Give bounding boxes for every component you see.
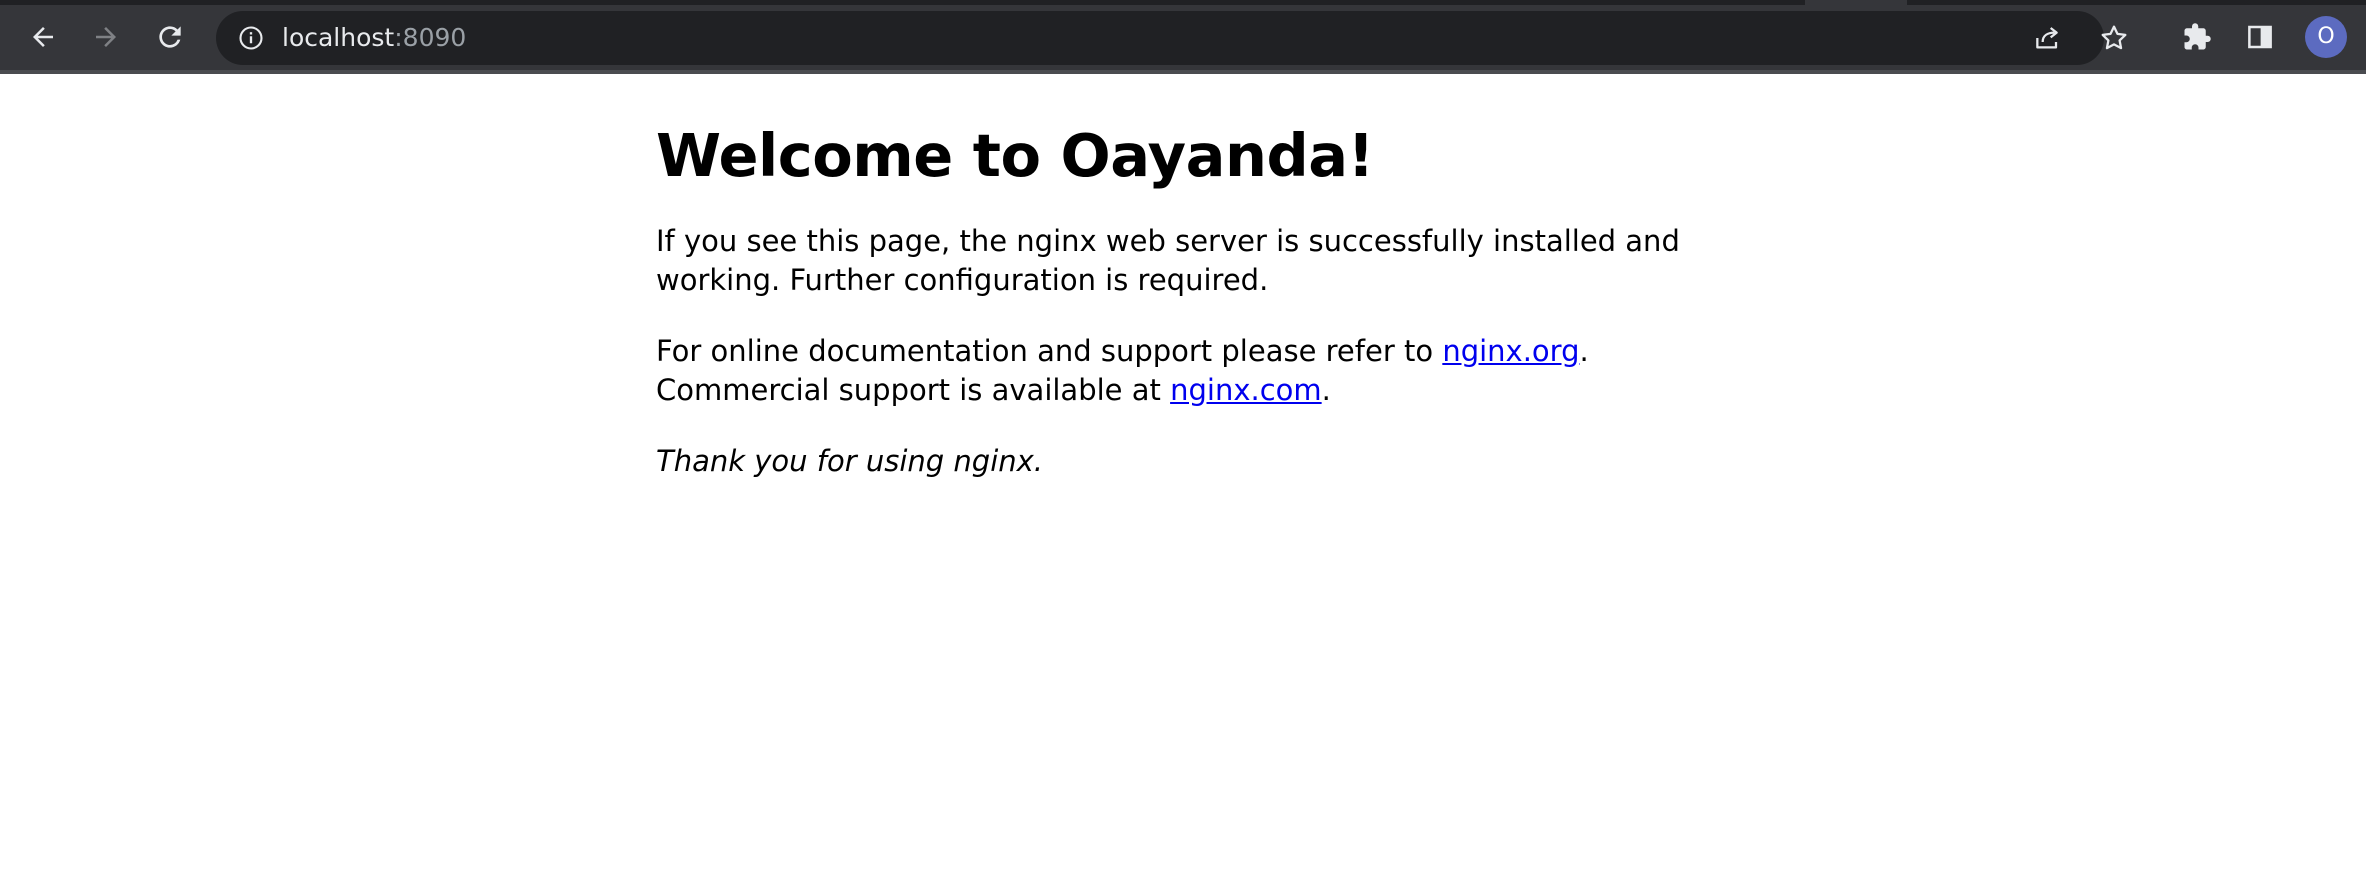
page-content: Welcome to Oayanda! If you see this page… (656, 74, 1710, 481)
star-icon[interactable] (2096, 20, 2132, 56)
tab-strip-edge (0, 0, 2366, 5)
reload-button[interactable] (150, 17, 190, 57)
profile-avatar[interactable]: O (2305, 16, 2347, 58)
nginx-org-link[interactable]: nginx.org (1442, 334, 1579, 368)
tab-edge-highlight (1805, 0, 1907, 5)
page-title: Welcome to Oayanda! (656, 121, 1374, 190)
support-text: For online documentation and support ple… (656, 334, 1443, 368)
support-paragraph: For online documentation and support ple… (656, 332, 1710, 410)
commercial-text: Commercial support is available at (656, 373, 1171, 407)
support-period: . (1579, 334, 1589, 368)
reload-icon (154, 21, 186, 53)
side-panel-icon (2245, 22, 2275, 52)
install-message: If you see this page, the nginx web serv… (656, 224, 1680, 297)
browser-toolbar: localhost:8090 O (0, 0, 2366, 74)
address-bar[interactable]: localhost:8090 (216, 11, 2127, 65)
share-icon[interactable] (2030, 20, 2066, 56)
back-button[interactable] (23, 17, 63, 57)
url-host: localhost (282, 23, 395, 52)
info-icon[interactable] (236, 23, 266, 53)
arrow-right-icon (91, 22, 121, 52)
extensions-button[interactable] (2177, 17, 2217, 57)
puzzle-icon (2182, 22, 2212, 52)
url-text[interactable]: localhost:8090 (282, 11, 466, 65)
thank-you-message: Thank you for using nginx. (656, 444, 1044, 478)
side-panel-button[interactable] (2240, 17, 2280, 57)
commercial-period: . (1321, 373, 1331, 407)
arrow-left-icon (28, 22, 58, 52)
nginx-com-link[interactable]: nginx.com (1170, 373, 1322, 407)
forward-button[interactable] (86, 17, 126, 57)
url-port: :8090 (394, 23, 467, 52)
